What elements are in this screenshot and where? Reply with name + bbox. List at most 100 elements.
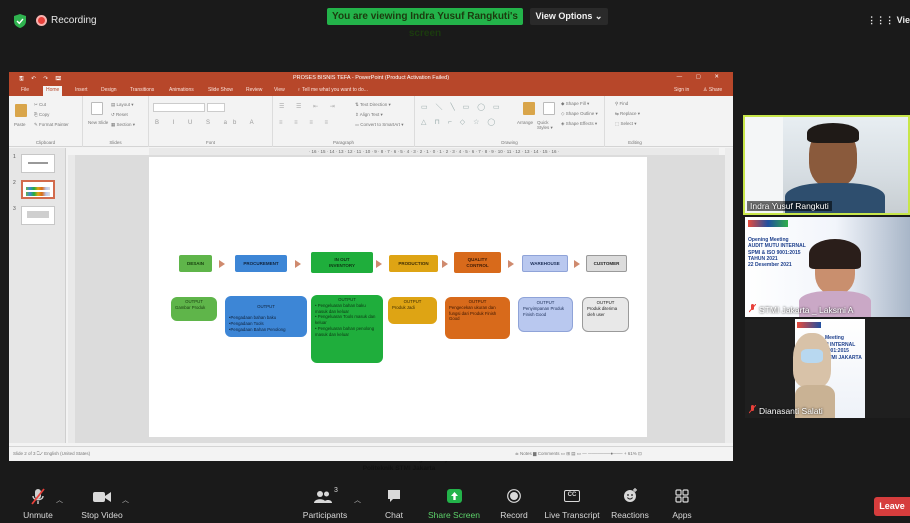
participant-name: Indra Yusuf Rangkuti: [747, 201, 832, 211]
layout-label: ▤ Layout ▾: [111, 102, 134, 107]
apps-icon: [675, 489, 689, 503]
record-button[interactable]: Record: [498, 478, 530, 523]
unmute-label: Unmute: [23, 510, 53, 520]
output-text: Produk diterima oleh user: [587, 305, 618, 317]
caption-line-2: Politeknik STMI Jakarta: [362, 464, 436, 472]
slides-group: New Slide ▤ Layout ▾ ↺ Reset ▦ Section ▾…: [83, 96, 149, 147]
video-options-caret[interactable]: ︿: [122, 495, 129, 505]
step-procurement: PROCUREMENT: [235, 255, 287, 272]
mic-off-icon: [749, 304, 756, 313]
record-icon: [507, 489, 521, 503]
slide-thumbnail: [21, 206, 55, 225]
arrow-icon: [442, 260, 448, 268]
arrow-icon: [574, 260, 580, 268]
text-direction-label: ⇅ Text Direction ▾: [355, 102, 391, 107]
participant-video-active-speaker[interactable]: Indra Yusuf Rangkuti: [743, 115, 910, 215]
output-text: Produk Jadi: [392, 304, 415, 310]
select-label: ⬚ Select ▾: [615, 121, 637, 126]
participant-name: Dianasanti Salati: [759, 406, 823, 416]
output-text: •Pengadaan bahan baku •Pengadaan Tools •…: [229, 315, 286, 332]
live-transcript-label: Live Transcript: [544, 510, 600, 520]
output-text: Penyimpanan Produk Finish Good: [523, 305, 565, 317]
reactions-icon: [624, 488, 637, 502]
audio-options-caret[interactable]: ︿: [56, 495, 63, 505]
output-text: • Pengeluaran bahan baku masuk dan kelua…: [315, 302, 376, 337]
arrow-icon: [508, 260, 514, 268]
participant-video[interactable]: Meeting U INTERNAL 9001:2015 STMI JAKART…: [745, 319, 910, 418]
chat-button[interactable]: Chat: [380, 478, 408, 523]
reactions-button[interactable]: Reactions: [610, 478, 650, 523]
participant-video[interactable]: Opening Meeting AUDIT MUTU INTERNAL SPMI…: [745, 217, 910, 317]
step-desain: DESAIN: [179, 255, 212, 272]
recording-label: Recording: [51, 15, 97, 26]
format-painter-label: ✎ Format Painter: [34, 122, 69, 127]
shape-effects-label: ◈ Shape Effects ▾: [561, 121, 598, 126]
slide-thumbnail: [21, 154, 55, 173]
tab-review: Review: [246, 87, 263, 93]
step-customer: CUSTOMER: [586, 255, 627, 272]
ppt-ribbon-tabs: File Home Insert Design Transitions Anim…: [9, 85, 733, 96]
unmute-button[interactable]: Unmute: [16, 478, 60, 523]
output-text: Gambar Produk: [175, 304, 206, 310]
share-screen-button[interactable]: Share Screen: [428, 478, 480, 523]
align-icons: ≡ ≡ ≡ ≡: [279, 120, 334, 126]
drawing-group-label: Drawing: [501, 140, 518, 145]
replace-label: ⇆ Replace ▾: [615, 111, 641, 116]
quick-styles-label: Quick Styles ▾: [537, 120, 553, 130]
view-options-button[interactable]: View Options ⌄: [530, 8, 608, 25]
tab-transitions: Transitions: [130, 87, 155, 93]
font-group: B I U S ab A Font: [149, 96, 273, 147]
editing-group-label: Editing: [628, 140, 642, 145]
shield-icon[interactable]: [14, 14, 26, 28]
sign-in-link: Sign in: [674, 87, 690, 93]
mic-off-icon: [749, 405, 756, 414]
person-hair: [809, 239, 861, 269]
tab-design: Design: [101, 87, 117, 93]
step-quality-control: QUALITY CONTROL: [454, 252, 501, 273]
apps-label: Apps: [672, 510, 692, 520]
logos-strip: [748, 220, 788, 227]
meeting-toolbar: Unmute ︿ Stop Video ︿ 3 Participants ︿ C…: [0, 478, 910, 523]
clipboard-group: Paste ✂ Cut ⎘ Copy ✎ Format Painter Clip…: [9, 96, 83, 147]
share-screen-icon: [447, 489, 462, 503]
participants-button[interactable]: 3 Participants: [302, 478, 348, 523]
font-size-box: [207, 103, 225, 112]
arrow-icon: [219, 260, 225, 268]
font-group-label: Font: [205, 140, 215, 145]
slide-thumbnails-pane: 1 2 3: [9, 148, 66, 443]
live-transcript-button[interactable]: CC Live Transcript: [544, 478, 600, 523]
participants-count: 3: [334, 487, 338, 494]
font-name-box: [153, 103, 205, 112]
participants-options-caret[interactable]: ︿: [354, 495, 361, 505]
leave-button[interactable]: Leave: [874, 497, 910, 516]
participant-name: STMI Jakarta _ Laksmi A: [759, 305, 854, 315]
share-link: ♙ Share: [703, 87, 723, 93]
output-procurement: OUTPUT •Pengadaan bahan baku •Pengadaan …: [225, 296, 307, 337]
slide-2: DESAIN PROCUREMENT IN OUT INVENTORY PROD…: [149, 157, 647, 472]
apps-button[interactable]: Apps: [667, 478, 697, 523]
list-icons: ☰ ☰ ⇤ ⇥: [279, 104, 340, 110]
zoom-window: Recording You are viewing Indra Yusuf Ra…: [0, 0, 910, 523]
tab-view: View: [274, 87, 285, 93]
tab-insert: Insert: [75, 87, 88, 93]
slide-number: 1: [13, 154, 16, 160]
shape-outline-label: ◇ Shape Outline ▾: [561, 111, 598, 116]
chat-label: Chat: [385, 510, 403, 520]
recording-icon: [36, 15, 47, 26]
window-controls: — ▢ ✕: [676, 74, 725, 80]
section-label: ▦ Section ▾: [111, 122, 136, 127]
step-production: PRODUCTION: [389, 255, 438, 272]
slide-number: 3: [13, 206, 16, 212]
stop-video-button[interactable]: Stop Video: [78, 478, 126, 523]
clipboard-group-label: Clipboard: [35, 140, 56, 145]
output-quality-control: OUTPUT Pengecekan ukuran dan fungsi dari…: [445, 297, 510, 339]
gallery-view-button[interactable]: ⋮⋮⋮ Vie: [867, 15, 910, 26]
ppt-document-title: PROSES BISNIS TEFA - PowerPoint (Product…: [292, 75, 450, 81]
vertical-ruler: [68, 155, 75, 443]
font-format-icons: B I U S ab A: [155, 120, 260, 126]
find-label: ⚲ Find: [615, 101, 629, 106]
ppt-status-bar: Slide 2 of 3 ⎕✓ English (United States) …: [9, 446, 733, 461]
arrow-icon: [295, 260, 301, 268]
output-customer: OUTPUT Produk diterima oleh user: [582, 297, 629, 332]
output-production: OUTPUT Produk Jadi: [388, 297, 437, 324]
